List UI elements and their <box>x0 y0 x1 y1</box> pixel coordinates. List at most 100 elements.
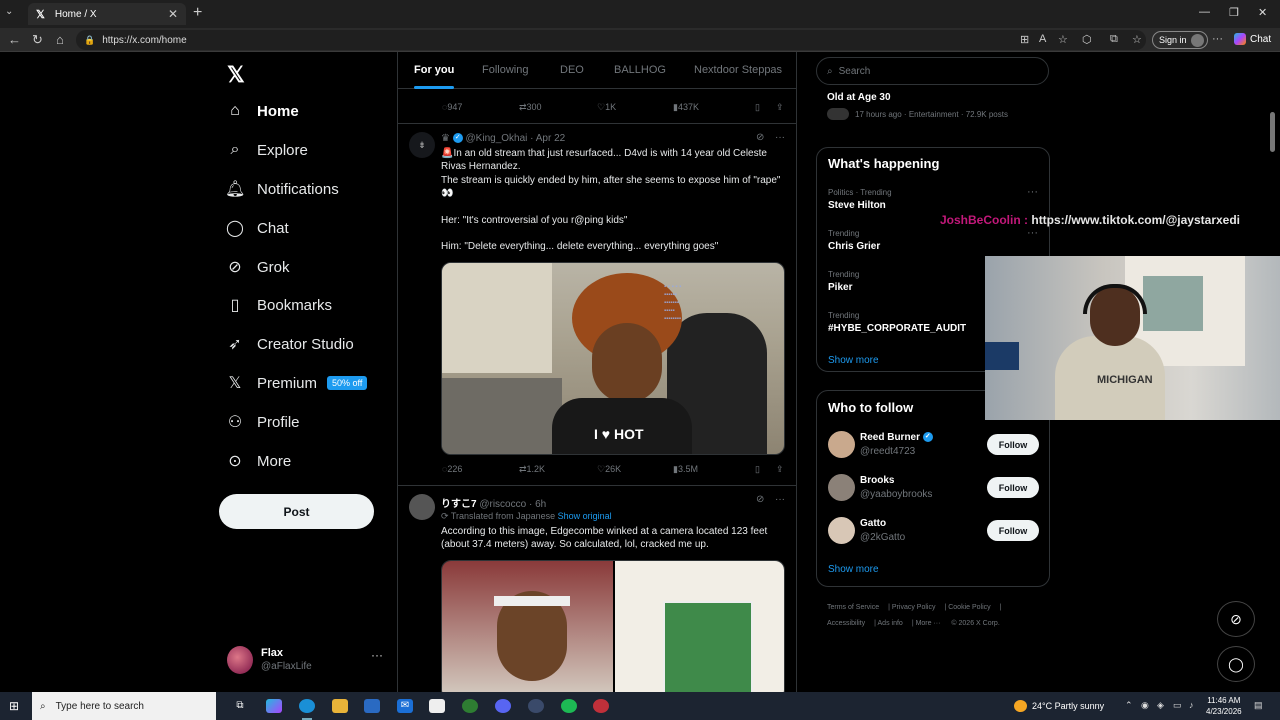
views-button[interactable]: ▮ 3.5M <box>673 464 698 475</box>
repost-button[interactable]: ⇄ 1.2K <box>519 464 545 475</box>
trend-item[interactable]: #HYBE_CORPORATE_AUDIT <box>828 323 966 334</box>
app-icon[interactable] <box>528 699 544 713</box>
share-icon[interactable]: ⇪ <box>776 464 784 475</box>
grok-icon[interactable]: ⊘ <box>756 132 764 143</box>
browser-tab[interactable]: 𝕏 Home / X ✕ <box>28 3 186 25</box>
taskbar-search-input[interactable]: ⌕ Type here to search <box>32 692 216 720</box>
copilot-icon[interactable] <box>266 699 282 713</box>
nav-more[interactable]: ⊙ More <box>225 448 291 474</box>
app-available-icon[interactable]: ⊞ <box>1020 33 1029 46</box>
reply-button[interactable]: ◌ 226 <box>442 464 462 474</box>
footer-link[interactable]: Ads info <box>878 620 903 627</box>
show-more-link[interactable]: Show more <box>828 564 879 575</box>
copilot-chat-button[interactable]: Chat <box>1234 33 1271 45</box>
show-original-link[interactable]: Show original <box>558 511 612 521</box>
trend-title[interactable]: Old at Age 30 <box>827 92 891 103</box>
bookmark-icon[interactable]: ▯ <box>755 464 760 475</box>
weather-widget[interactable]: 24°C Partly sunny <box>1014 700 1104 712</box>
more-dots-icon[interactable]: ··· <box>775 494 785 505</box>
nav-home[interactable]: ⌂ Home <box>225 98 299 124</box>
tab-actions-menu[interactable]: ⌄ <box>5 6 13 17</box>
back-button[interactable]: ← <box>8 32 21 47</box>
grok-fab-button[interactable]: ⊘ <box>1217 601 1255 637</box>
tweet-images[interactable] <box>441 560 785 692</box>
footer-link[interactable]: More ··· <box>916 620 941 627</box>
store-icon[interactable] <box>364 699 380 713</box>
tab-nextdoor-steppas[interactable]: Nextdoor Steppas <box>694 64 782 76</box>
post-button[interactable]: Post <box>219 494 374 529</box>
tweet-time[interactable]: Apr 22 <box>536 133 565 144</box>
nav-bookmarks[interactable]: ▯ Bookmarks <box>225 292 332 318</box>
refresh-button[interactable]: ↻ <box>32 32 43 48</box>
nav-chat[interactable]: ◯ Chat <box>225 215 289 241</box>
more-dots-icon[interactable]: ··· <box>1027 186 1038 198</box>
split-screen-icon[interactable]: ⧉ <box>1110 33 1118 46</box>
minimize-button[interactable]: — <box>1199 6 1210 18</box>
spotify-icon[interactable] <box>561 699 577 713</box>
avatar[interactable] <box>828 517 855 544</box>
scrollbar[interactable] <box>1269 54 1277 690</box>
maximize-button[interactable]: ❐ <box>1229 6 1239 19</box>
footer-link[interactable]: Privacy Policy <box>892 604 936 611</box>
file-explorer-icon[interactable] <box>332 699 348 713</box>
follow-suggestion-name[interactable]: Reed Burner ✓ <box>860 432 933 443</box>
like-button[interactable]: ♡ 1K <box>597 102 616 113</box>
tab-following[interactable]: Following <box>482 64 528 76</box>
read-aloud-icon[interactable]: A <box>1039 33 1046 45</box>
nav-premium[interactable]: 𝕏 Premium 50% off <box>225 370 368 396</box>
follow-button[interactable]: Follow <box>987 434 1039 455</box>
avatar[interactable] <box>409 494 435 520</box>
avatar[interactable] <box>828 474 855 501</box>
follow-button[interactable]: Follow <box>987 477 1039 498</box>
home-button[interactable]: ⌂ <box>56 32 64 47</box>
trend-item[interactable]: Chris Grier <box>828 241 880 252</box>
tray-chevron-icon[interactable]: ⌃ <box>1125 700 1133 711</box>
nav-profile[interactable]: ⚇ Profile <box>225 409 300 435</box>
tab-close-icon[interactable]: ✕ <box>168 7 178 21</box>
follow-suggestion-name[interactable]: Gatto <box>860 518 886 529</box>
bookmark-icon[interactable]: ▯ <box>755 102 760 113</box>
nav-creator-studio[interactable]: ➶ Creator Studio <box>225 331 353 357</box>
footer-link[interactable]: Terms of Service <box>827 604 879 611</box>
avatar[interactable] <box>828 431 855 458</box>
new-tab-button[interactable]: + <box>193 4 202 22</box>
nav-grok[interactable]: ⊘ Grok <box>225 254 289 280</box>
trend-item[interactable]: Piker <box>828 282 852 293</box>
browser-menu-icon[interactable]: ··· <box>1212 33 1223 45</box>
tray-app-icon[interactable]: ◈ <box>1157 700 1164 711</box>
windows-start-icon[interactable]: ⊞ <box>9 699 19 713</box>
tray-app-icon[interactable]: ◉ <box>1141 700 1149 711</box>
edge-browser-icon[interactable] <box>299 699 315 720</box>
tweet-time[interactable]: 6h <box>535 499 546 510</box>
follow-suggestion-name[interactable]: Brooks <box>860 475 894 486</box>
tweet-handle[interactable]: @King_Okhai <box>466 133 528 144</box>
task-view-icon[interactable]: ⧉ <box>232 699 248 713</box>
discord-icon[interactable] <box>495 699 511 713</box>
tab-for-you[interactable]: For you <box>414 64 455 89</box>
nav-notifications[interactable]: 🔔︎ Notifications <box>225 176 339 202</box>
network-icon[interactable]: ▭ <box>1173 700 1182 711</box>
address-bar[interactable]: 🔒 https://x.com/home <box>76 30 1146 50</box>
mail-icon[interactable]: ✉ <box>397 699 413 713</box>
footer-link[interactable]: Accessibility <box>827 620 865 627</box>
search-input[interactable]: ⌕ Search <box>816 57 1049 85</box>
footer-link[interactable]: Cookie Policy <box>948 604 990 611</box>
show-more-link[interactable]: Show more <box>828 355 879 366</box>
tweet-image[interactable] <box>442 561 613 692</box>
tab-deo[interactable]: DEO <box>560 64 584 76</box>
scrollbar-thumb[interactable] <box>1270 112 1275 152</box>
tweet-video[interactable]: I ♥ HOT ▪ ▪ ▪ ▪ ▪ ▪▪▪▪▪▪ ▪▪▪▪▪▪▪ ▪▪▪▪▪ ▪▪▪▪▪… <box>441 262 785 455</box>
nav-explore[interactable]: ⌕ Explore <box>225 137 308 163</box>
more-dots-icon[interactable]: ··· <box>775 132 785 143</box>
notification-icon[interactable]: ▤ <box>1254 700 1263 711</box>
views-button[interactable]: ▮ 437K <box>673 102 699 113</box>
grok-icon[interactable]: ⊘ <box>756 494 764 505</box>
system-clock[interactable]: 11:46 AM 4/23/2026 <box>1206 695 1242 717</box>
extensions-icon[interactable]: ⬡ <box>1082 33 1092 46</box>
xbox-icon[interactable] <box>462 699 478 713</box>
tweet-handle[interactable]: @riscocco <box>479 499 526 510</box>
x-logo-icon[interactable]: 𝕏 <box>227 62 245 88</box>
notepad-icon[interactable] <box>429 699 445 713</box>
avatar[interactable]: ⇟ <box>409 132 435 158</box>
favorite-star-icon[interactable]: ☆ <box>1058 33 1068 46</box>
